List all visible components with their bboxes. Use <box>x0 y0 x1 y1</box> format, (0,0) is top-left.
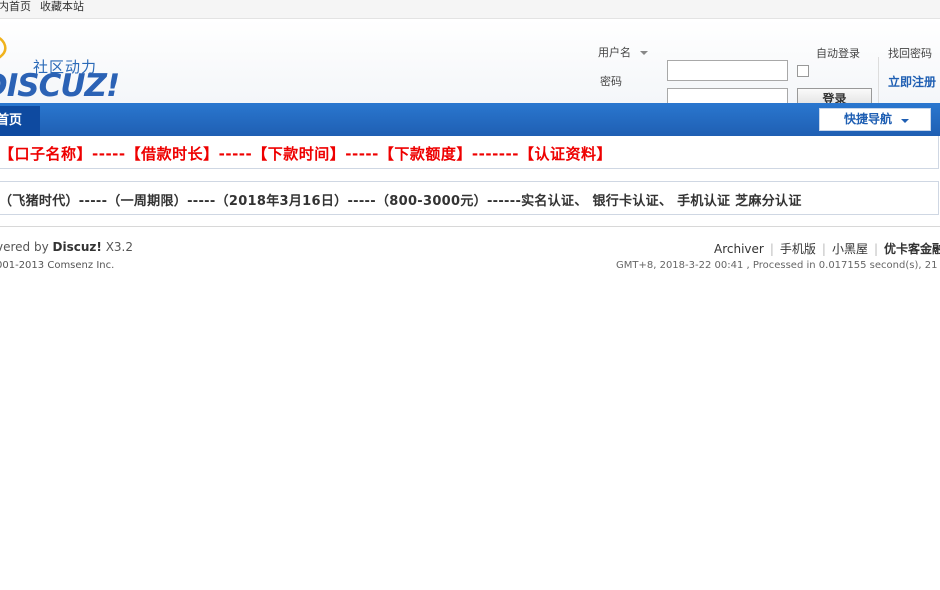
separator: | <box>821 242 826 256</box>
copyright: 001-2013 Comsenz Inc. <box>0 260 115 271</box>
site-logo[interactable]: 社区动力 DISCUZ! <box>0 25 120 104</box>
processing-stats: GMT+8, 2018-3-22 00:41 , Processed in 0.… <box>616 260 940 271</box>
footer-links: Archiver | 手机版 | 小黑屋 | 优卡客金融 <box>714 240 940 257</box>
logo-wordmark: DISCUZ! <box>0 68 120 104</box>
data-text: （飞猪时代）-----（一周期限）-----（2018年3月16日）-----（… <box>0 194 802 209</box>
comsenz-link[interactable]: Comsenz Inc. <box>47 260 114 271</box>
remember-label[interactable]: 自动登录 <box>816 45 860 61</box>
header: 社区动力 DISCUZ! 用户名 自动登录 找回密码 密码 登录 立即注册 <box>0 19 940 113</box>
remember-checkbox[interactable] <box>797 65 809 77</box>
post-heading-row: 【口子名称】-----【借款时长】-----【下款时间】-----【下款额度】-… <box>0 136 939 169</box>
mobile-link[interactable]: 手机版 <box>780 242 816 256</box>
powered-by: vered by Discuz! X3.2 <box>0 240 133 254</box>
archiver-link[interactable]: Archiver <box>714 242 764 256</box>
username-label: 用户名 <box>598 44 648 60</box>
separator: | <box>769 242 774 256</box>
quick-nav-button[interactable]: 快捷导航 <box>819 108 931 131</box>
username-input[interactable] <box>667 60 788 81</box>
quick-nav-label: 快捷导航 <box>844 112 893 126</box>
top-bar: 内首页 收藏本站 <box>0 0 940 19</box>
home-page-link[interactable]: 内首页 <box>0 0 31 14</box>
forgot-password-link[interactable]: 找回密码 <box>888 45 932 61</box>
password-label: 密码 <box>600 75 622 88</box>
post-data-row: （飞猪时代）-----（一周期限）-----（2018年3月16日）-----（… <box>0 181 939 215</box>
discuz-link[interactable]: Discuz! <box>53 240 102 254</box>
discuz-bubble-icon <box>0 37 7 59</box>
heading-text: 【口子名称】-----【借款时长】-----【下款时间】-----【下款额度】-… <box>0 145 612 163</box>
favorite-site-link[interactable]: 收藏本站 <box>40 0 84 14</box>
chevron-down-icon <box>901 119 909 123</box>
blackroom-link[interactable]: 小黑屋 <box>832 242 868 256</box>
site-name-link[interactable]: 优卡客金融 <box>884 242 940 256</box>
separator: | <box>873 242 879 256</box>
tab-home[interactable]: 首页 <box>0 106 40 136</box>
register-link[interactable]: 立即注册 <box>888 73 936 90</box>
chevron-down-icon[interactable] <box>639 51 648 55</box>
main-nav: 首页 快捷导航 <box>0 103 940 136</box>
footer-divider <box>0 226 940 227</box>
